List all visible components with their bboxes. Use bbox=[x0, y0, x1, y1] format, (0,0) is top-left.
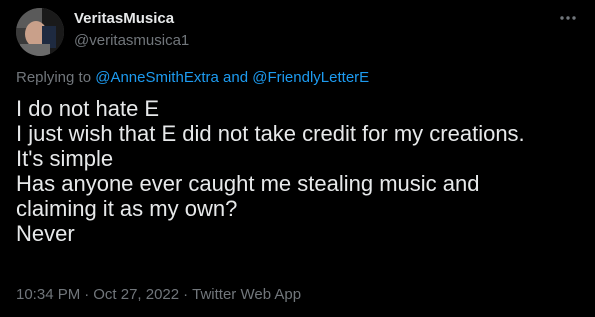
author-display-name[interactable]: VeritasMusica bbox=[74, 10, 189, 28]
mention-link[interactable]: @AnneSmithExtra bbox=[95, 69, 219, 86]
tweet-text-line: I do not hate E bbox=[16, 96, 160, 121]
meta-separator: · bbox=[84, 286, 90, 303]
meta-separator: · bbox=[183, 286, 189, 303]
author-handle[interactable]: @veritasmusica1 bbox=[74, 32, 189, 50]
tweet-text-line: It's simple bbox=[16, 146, 114, 171]
tweet-text-line: Never bbox=[16, 221, 75, 246]
tweet-time-link[interactable]: 10:34 PM bbox=[16, 286, 80, 303]
replying-to: Replying to @AnneSmithExtra and @Friendl… bbox=[16, 69, 369, 87]
tweet-text-line: I just wish that E did not take credit f… bbox=[16, 121, 525, 146]
replying-conjunction[interactable]: and bbox=[223, 69, 248, 86]
more-horizontal-icon bbox=[560, 16, 576, 20]
tweet-text-line: claiming it as my own? bbox=[16, 196, 238, 221]
tweet-text-line: Has anyone ever caught me stealing music… bbox=[16, 171, 480, 196]
tweet-metadata: 10:34 PM · Oct 27, 2022 · Twitter Web App bbox=[16, 286, 301, 304]
avatar[interactable] bbox=[16, 8, 64, 56]
more-options-button[interactable] bbox=[557, 8, 579, 28]
mention-link[interactable]: @FriendlyLetterE bbox=[252, 69, 369, 86]
author-block: VeritasMusica @veritasmusica1 bbox=[74, 10, 189, 50]
replying-prefix: Replying to bbox=[16, 69, 92, 86]
tweet-text: I do not hate E I just wish that E did n… bbox=[16, 96, 581, 246]
tweet: VeritasMusica @veritasmusica1 Replying t… bbox=[0, 0, 595, 317]
tweet-source-link[interactable]: Twitter Web App bbox=[192, 286, 301, 303]
tweet-date-link[interactable]: Oct 27, 2022 bbox=[93, 286, 179, 303]
